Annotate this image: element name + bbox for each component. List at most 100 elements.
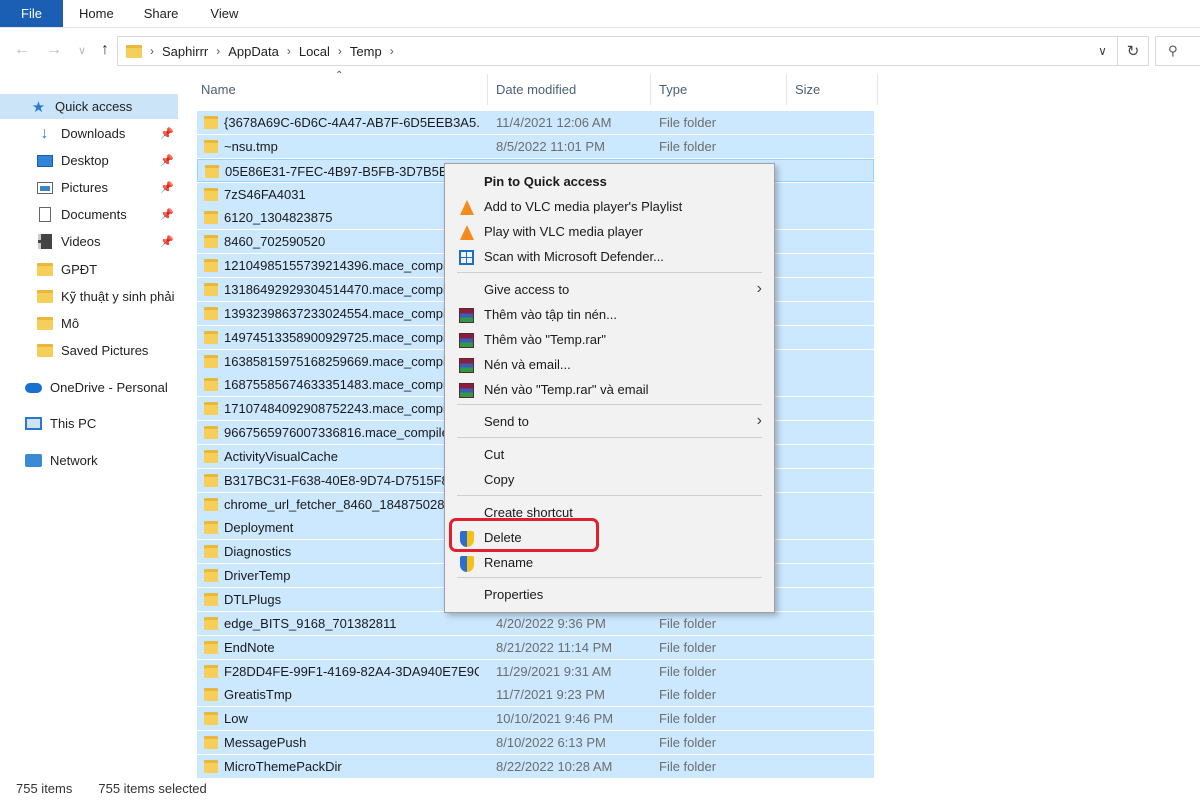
chevron-right-icon[interactable]: ›: [390, 44, 394, 58]
videos-icon: [36, 234, 53, 249]
tab-home[interactable]: Home: [63, 0, 128, 27]
menu-item-give-access-to[interactable]: Give access to ›: [447, 278, 772, 302]
selected-count: 755 items selected: [98, 780, 207, 796]
nav-label: Videos: [61, 234, 101, 249]
back-arrow-icon[interactable]: ←: [12, 40, 32, 60]
winrar-icon: [458, 382, 475, 399]
nav-item-this-pc[interactable]: This PC: [0, 411, 178, 436]
tab-file[interactable]: File: [0, 0, 63, 27]
nav-item-pictures[interactable]: Pictures 📌: [0, 175, 178, 200]
file-type: File folder: [659, 687, 717, 703]
address-row: ← → ∨ ↑ › Saphirrr › AppData › Local › T…: [0, 28, 1200, 72]
folder-icon: [126, 44, 142, 58]
search-input[interactable]: ⚲: [1155, 36, 1200, 66]
nav-item-downloads[interactable]: ↓ Downloads 📌: [0, 121, 178, 146]
menu-item-pin-to-quick-access[interactable]: Pin to Quick access: [447, 170, 772, 194]
winrar-icon: [458, 307, 475, 324]
file-row[interactable]: edge_BITS_9168_701382811 4/20/2022 9:36 P…: [197, 611, 874, 635]
nav-item-gpdt[interactable]: GPĐT: [0, 257, 178, 282]
nav-item-documents[interactable]: Documents 📌: [0, 202, 178, 227]
nav-item-quick-access[interactable]: ★ Quick access: [0, 94, 178, 119]
nav-item-ky-thuat-y-sinh[interactable]: Kỹ thuật y sinh phải: [0, 284, 178, 309]
menu-item-label: Play with VLC media player: [484, 224, 643, 239]
file-row[interactable]: EndNote 8/21/2022 11:14 PM File folder: [197, 635, 874, 659]
chevron-right-icon[interactable]: ›: [150, 44, 154, 58]
breadcrumb-appdata[interactable]: AppData: [228, 44, 279, 59]
file-row[interactable]: ~nsu.tmp 8/5/2022 11:01 PM File folder: [197, 134, 874, 158]
tab-share[interactable]: Share: [128, 0, 195, 27]
star-icon: ★: [31, 98, 46, 116]
file-row[interactable]: MicroThemePackDir 8/22/2022 10:28 AM File …: [197, 754, 874, 778]
breadcrumb-temp[interactable]: Temp: [350, 44, 382, 59]
menu-item-add-to-vlc-playlist[interactable]: Add to VLC media player's Playlist: [447, 195, 772, 219]
file-name: 8460_702590520: [224, 234, 326, 250]
menu-item-send-to[interactable]: Send to ›: [447, 410, 772, 434]
menu-item-cut[interactable]: Cut: [447, 443, 772, 467]
folder-icon: [204, 426, 218, 440]
up-arrow-icon[interactable]: ↑: [95, 40, 115, 60]
chevron-right-icon[interactable]: ›: [216, 44, 220, 58]
menu-item-copy[interactable]: Copy: [447, 468, 772, 492]
breadcrumb-local[interactable]: Local: [299, 44, 330, 59]
file-name: 16875585674633351483.mace_compil: [224, 377, 449, 393]
file-row[interactable]: Low 10/10/2021 9:46 PM File folder: [197, 707, 874, 731]
breadcrumb-saphirrr[interactable]: Saphirrr: [162, 44, 208, 59]
nav-label: OneDrive - Personal: [50, 380, 168, 395]
menu-item-them-vao-tap-tin-nen[interactable]: Thêm vào tập tin nén...: [447, 303, 772, 327]
nav-item-saved-pictures[interactable]: Saved Pictures: [0, 338, 178, 363]
column-header-name[interactable]: Name: [193, 74, 488, 105]
menu-item-rename[interactable]: Rename: [447, 551, 772, 575]
file-type: File folder: [659, 711, 717, 727]
desktop-icon: [36, 153, 53, 168]
menu-item-properties[interactable]: Properties: [447, 583, 772, 607]
menu-item-them-vao-temp-rar[interactable]: Thêm vào "Temp.rar": [447, 328, 772, 352]
chevron-down-icon[interactable]: ∨: [1088, 37, 1118, 65]
file-row[interactable]: GreatisTmp 11/7/2021 9:23 PM File folder: [197, 683, 874, 707]
folder-icon: [204, 259, 218, 273]
chevron-right-icon[interactable]: ›: [287, 44, 291, 58]
file-type: File folder: [659, 735, 717, 751]
refresh-icon[interactable]: ↻: [1118, 37, 1148, 65]
file-type: File folder: [659, 138, 717, 154]
folder-icon: [204, 211, 218, 225]
folder-icon: [204, 712, 218, 726]
menu-item-play-with-vlc[interactable]: Play with VLC media player: [447, 220, 772, 244]
menu-item-label: Nén và email...: [484, 357, 571, 372]
file-name: 14974513358900929725.mace_compil: [224, 329, 449, 345]
folder-icon: [204, 378, 218, 392]
winrar-icon: [458, 332, 475, 349]
nav-item-mo[interactable]: Mô: [0, 311, 178, 336]
column-header-size[interactable]: Size: [787, 74, 878, 105]
menu-item-label: Thêm vào "Temp.rar": [484, 332, 606, 347]
folder-icon: [36, 343, 53, 358]
file-name: Low: [224, 711, 248, 727]
file-name: ~nsu.tmp: [224, 138, 278, 154]
menu-separator: [457, 272, 762, 273]
menu-item-nen-va-email[interactable]: Nén và email...: [447, 353, 772, 377]
column-header-type[interactable]: Type: [651, 74, 787, 105]
folder-icon: [204, 640, 218, 654]
address-bar[interactable]: › Saphirrr › AppData › Local › Temp › ∨ …: [117, 36, 1149, 66]
folder-icon: [36, 262, 53, 277]
file-row[interactable]: {3678A69C-6D6C-4A47-AB7F-6D5EEB3A5... 11/…: [197, 111, 874, 134]
column-header-date-modified[interactable]: Date modified: [488, 74, 651, 105]
menu-item-scan-with-defender[interactable]: Scan with Microsoft Defender...: [447, 245, 772, 269]
nav-item-onedrive[interactable]: OneDrive - Personal: [0, 375, 178, 400]
forward-arrow-icon[interactable]: →: [44, 40, 64, 60]
nav-item-network[interactable]: Network: [0, 448, 178, 473]
address-controls: ∨ ↻: [1088, 37, 1148, 65]
tab-view[interactable]: View: [194, 0, 254, 27]
file-row[interactable]: MessagePush 8/10/2022 6:13 PM File folder: [197, 731, 874, 755]
nav-item-desktop[interactable]: Desktop 📌: [0, 148, 178, 173]
menu-item-nen-vao-temp-rar-va-email[interactable]: Nén vào "Temp.rar" và email: [447, 378, 772, 402]
vlc-icon: [458, 199, 475, 216]
file-name: 12104985155739214396.mace_compil: [224, 258, 449, 274]
file-name: chrome_url_fetcher_8460_1848750281: [224, 496, 452, 512]
chevron-right-icon[interactable]: ›: [338, 44, 342, 58]
folder-icon: [204, 354, 218, 368]
recent-locations-chevron-icon[interactable]: ∨: [72, 40, 92, 60]
file-row[interactable]: F28DD4FE-99F1-4169-82A4-3DA940E7E9CF 11/2…: [197, 659, 874, 683]
onedrive-icon: [25, 380, 42, 395]
nav-item-videos[interactable]: Videos 📌: [0, 229, 178, 254]
file-date-modified: 10/10/2021 9:46 PM: [496, 711, 614, 727]
